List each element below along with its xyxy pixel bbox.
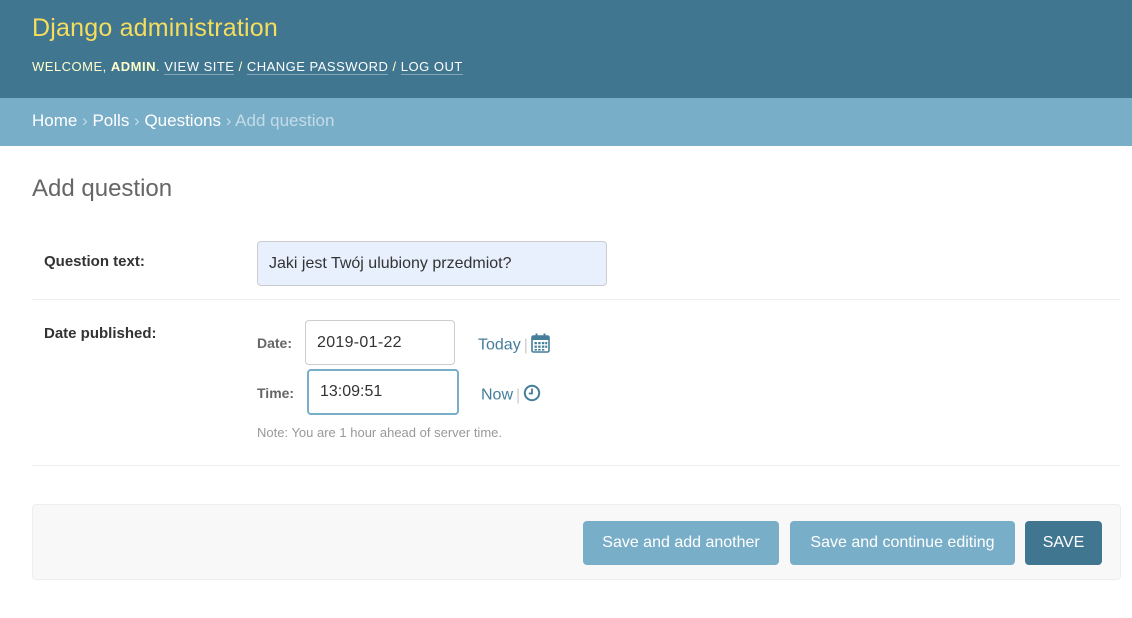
time-input[interactable] (307, 369, 459, 415)
header: Django administration Welcome, admin. Vi… (0, 0, 1132, 98)
question-text-label: Question text: (44, 253, 145, 270)
breadcrumb-separator: › (77, 111, 93, 130)
breadcrumb-items: Home › Polls › Questions › Add question (32, 111, 334, 131)
save-and-continue-button[interactable]: Save and continue editing (790, 521, 1015, 565)
breadcrumb-separator: › (220, 111, 236, 130)
question-text-input[interactable] (257, 241, 607, 286)
site-title[interactable]: Django administration (32, 14, 278, 43)
now-link[interactable]: Now (481, 387, 513, 404)
shortcut-separator: | (523, 336, 528, 354)
user-tools-separator: / (388, 59, 401, 74)
welcome-suffix: . (156, 59, 165, 74)
breadcrumb-home[interactable]: Home (32, 111, 77, 130)
calendar-icon[interactable] (531, 333, 550, 358)
log-out-link[interactable]: Log out (400, 59, 463, 75)
timezone-warning: Note: You are 1 hour ahead of server tim… (257, 425, 502, 440)
time-shortcuts: Now | (481, 384, 541, 407)
clock-icon[interactable] (523, 384, 541, 407)
welcome-prefix: Welcome, (32, 59, 111, 74)
change-password-link[interactable]: Change password (246, 59, 389, 75)
row-divider (32, 299, 1120, 300)
shortcut-separator: | (516, 386, 521, 404)
breadcrumb-questions[interactable]: Questions (144, 111, 221, 130)
time-label: Time: (257, 385, 295, 401)
row-divider (32, 465, 1120, 466)
date-input[interactable] (305, 320, 455, 365)
breadcrumb-polls[interactable]: Polls (92, 111, 129, 130)
save-and-add-another-button[interactable]: Save and add another (583, 521, 779, 565)
date-label: Date: (257, 335, 293, 351)
submit-row: Save and add another Save and continue e… (32, 504, 1121, 580)
page-title: Add question (32, 175, 173, 202)
username: admin (110, 59, 157, 74)
view-site-link[interactable]: View site (164, 59, 235, 75)
date-shortcuts: Today | (478, 333, 550, 358)
today-link[interactable]: Today (478, 337, 521, 354)
user-tools: Welcome, admin. View site / Change passw… (32, 59, 463, 75)
save-button[interactable]: Save (1025, 521, 1102, 565)
user-tools-separator: / (234, 59, 247, 74)
breadcrumb-current: Add question (235, 111, 335, 130)
breadcrumb: Home › Polls › Questions › Add question (0, 98, 1132, 146)
breadcrumb-separator: › (129, 111, 145, 130)
date-published-label: Date published: (44, 325, 157, 342)
